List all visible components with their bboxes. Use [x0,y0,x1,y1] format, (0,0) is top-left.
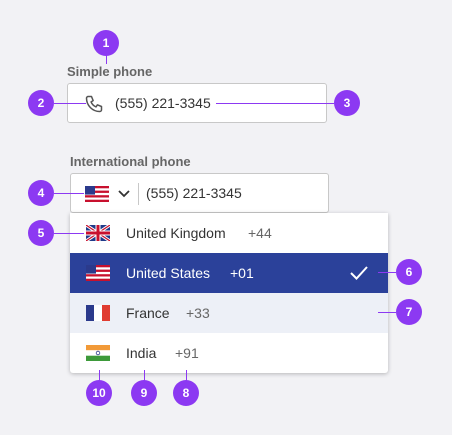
simple-phone-value: (555) 221-3345 [115,95,211,111]
annotation-badge-5: 5 [28,220,54,246]
phone-icon [84,94,104,114]
annotation-badge-3: 3 [334,90,360,116]
france-flag-icon [86,305,110,321]
country-selector[interactable] [85,186,109,207]
annotation-badge-8: 8 [173,380,199,406]
international-phone-label: International phone [70,154,191,169]
annotation-leader [378,312,396,313]
us-flag-icon [86,265,110,281]
simple-phone-label: Simple phone [67,64,153,79]
annotation-leader [54,193,84,194]
international-phone-field[interactable]: (555) 221-3345 [70,173,329,213]
country-option-india[interactable]: India +91 [70,333,388,373]
country-code: +44 [248,225,272,241]
country-option-france[interactable]: France +33 [70,293,388,333]
annotation-leader [54,103,86,104]
check-icon [350,265,368,286]
chevron-down-icon[interactable] [117,187,131,206]
country-code: +91 [175,345,199,361]
country-option-uk[interactable]: United Kingdom +44 [70,213,388,253]
country-code: +01 [230,265,254,281]
annotation-badge-9: 9 [131,380,157,406]
annotation-leader [216,103,334,104]
annotation-badge-4: 4 [28,180,54,206]
annotation-leader [378,272,396,273]
annotation-leader [54,233,84,234]
annotation-badge-7: 7 [396,299,422,325]
country-name: France [126,305,170,321]
divider [138,183,139,205]
country-name: United Kingdom [126,225,226,241]
country-name: United States [126,265,211,281]
annotation-badge-2: 2 [28,90,54,116]
annotation-badge-6: 6 [396,259,422,285]
country-code: +33 [186,305,210,321]
us-flag-icon [85,186,109,202]
country-option-us[interactable]: United States +01 [70,253,388,293]
annotation-badge-1: 1 [93,30,119,56]
country-name: India [126,345,157,361]
uk-flag-icon [86,225,110,241]
international-phone-value: (555) 221-3345 [146,185,242,201]
india-flag-icon [86,345,110,361]
annotation-badge-10: 10 [86,380,112,406]
country-dropdown: United Kingdom +44 United States +01 Fra… [70,213,388,373]
